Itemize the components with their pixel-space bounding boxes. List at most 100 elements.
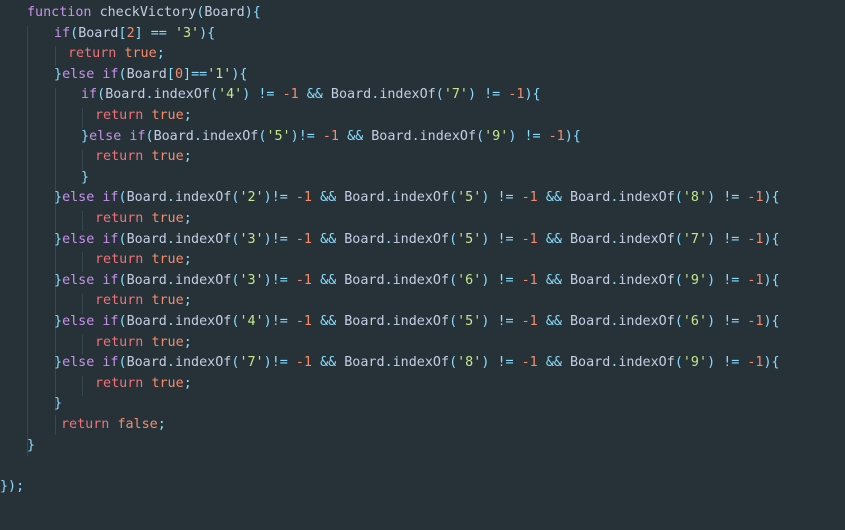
code-line[interactable]: return true; xyxy=(95,374,192,395)
code-token: true xyxy=(124,46,157,62)
code-token: ] xyxy=(183,66,192,82)
code-token: -1 xyxy=(295,190,312,206)
code-token: Board xyxy=(336,355,385,371)
code-line[interactable]: return false; xyxy=(61,415,166,436)
code-token: return xyxy=(95,375,152,391)
code-line[interactable]: return true; xyxy=(95,209,192,230)
code-line[interactable]: } xyxy=(81,168,89,189)
code-token: indexOf xyxy=(618,231,675,247)
code-token: '7' xyxy=(682,231,708,247)
code-line[interactable]: return true; xyxy=(95,250,192,271)
code-token: && xyxy=(320,314,337,329)
code-line[interactable]: if(Board[2] == '3'){ xyxy=(54,24,215,45)
code-line[interactable]: if(Board.indexOf('4') != -1 && Board.ind… xyxy=(81,85,541,106)
code-token: ( xyxy=(449,272,458,288)
code-line[interactable]: return true; xyxy=(68,44,165,65)
code-token: ; xyxy=(183,293,192,309)
code-token: Board xyxy=(126,66,167,82)
code-token: Board xyxy=(126,190,167,206)
code-line[interactable]: } xyxy=(27,436,35,457)
code-token: != xyxy=(524,128,541,144)
code-token: return xyxy=(95,149,152,165)
code-token: ){ xyxy=(564,128,581,144)
code-token: ) xyxy=(468,87,485,103)
code-token: ; xyxy=(183,252,192,268)
code-token: [ xyxy=(166,66,175,82)
code-token: ( xyxy=(449,355,458,371)
code-editor[interactable]: function checkVictory(Board){if(Board[2]… xyxy=(0,0,845,530)
code-token: ) xyxy=(481,231,498,247)
code-token: } xyxy=(54,66,63,82)
code-token: ) xyxy=(481,355,498,371)
code-token: ) xyxy=(263,190,272,206)
code-token: ) xyxy=(508,128,525,144)
code-token: function xyxy=(27,5,100,20)
code-token: } xyxy=(81,128,90,144)
code-token: Board xyxy=(561,314,611,329)
code-line[interactable]: }else if(Board.indexOf('4')!= -1 && Boar… xyxy=(54,312,780,333)
code-token: indexOf xyxy=(174,190,232,206)
code-token: != xyxy=(271,190,288,206)
code-token: ){ xyxy=(524,87,541,103)
code-token: '7' xyxy=(443,87,468,103)
code-token: } xyxy=(54,314,63,329)
indent-guide xyxy=(82,108,83,128)
code-line[interactable]: }else if(Board.indexOf('2')!= -1 && Boar… xyxy=(54,188,780,209)
code-token: Board xyxy=(126,314,167,329)
code-line[interactable]: } xyxy=(54,394,62,415)
code-token: } xyxy=(54,190,63,206)
code-token: if xyxy=(102,231,119,247)
code-token: ) xyxy=(263,355,272,371)
code-line[interactable]: }else if(Board.indexOf('3')!= -1 && Boar… xyxy=(54,230,780,251)
code-token: if xyxy=(81,87,98,103)
code-token: != xyxy=(497,231,514,247)
code-line[interactable]: }); xyxy=(0,477,24,498)
code-token: Board xyxy=(336,272,385,288)
code-line[interactable]: }else if(Board[0]=='1'){ xyxy=(54,65,248,86)
code-token: ) xyxy=(263,314,272,329)
code-token: ){ xyxy=(763,272,780,288)
indent-guide xyxy=(82,294,83,314)
code-line[interactable]: return true; xyxy=(95,333,192,354)
code-token: -1 xyxy=(747,314,764,329)
code-token: -1 xyxy=(508,87,525,103)
code-token: ) xyxy=(481,314,498,329)
code-token: '5' xyxy=(457,314,482,329)
code-token: true xyxy=(151,252,184,268)
code-token: return xyxy=(95,334,152,350)
code-token: . xyxy=(166,314,175,329)
code-token: -1 xyxy=(747,231,764,247)
code-token: ( xyxy=(118,190,127,206)
code-token: != xyxy=(723,272,740,288)
code-line[interactable]: function checkVictory(Board){ xyxy=(27,3,261,24)
code-line[interactable]: }else if(Board.indexOf('5')!= -1 && Boar… xyxy=(81,127,581,148)
code-token: else xyxy=(62,314,103,329)
code-token: != xyxy=(497,314,514,329)
code-token: '3' xyxy=(239,231,264,247)
code-line[interactable]: return true; xyxy=(95,106,192,127)
code-token: -1 xyxy=(521,355,538,371)
code-token: true xyxy=(151,375,184,391)
code-token: true xyxy=(151,149,184,165)
code-token: Board xyxy=(105,87,146,103)
code-token: . xyxy=(384,190,393,206)
code-token: '9' xyxy=(682,272,708,288)
code-token: 2 xyxy=(126,25,135,41)
code-token: true xyxy=(151,293,184,309)
code-line[interactable]: }else if(Board.indexOf('7')!= -1 && Boar… xyxy=(54,353,780,374)
code-token: ( xyxy=(118,231,127,247)
code-token: indexOf xyxy=(618,355,675,371)
code-line[interactable]: }else if(Board.indexOf('3')!= -1 && Boar… xyxy=(54,271,780,292)
code-line[interactable]: return true; xyxy=(95,147,192,168)
code-line[interactable]: return true; xyxy=(95,291,192,312)
code-token: ) xyxy=(707,231,724,247)
code-token: else xyxy=(62,66,103,82)
code-token: indexOf xyxy=(174,355,232,371)
